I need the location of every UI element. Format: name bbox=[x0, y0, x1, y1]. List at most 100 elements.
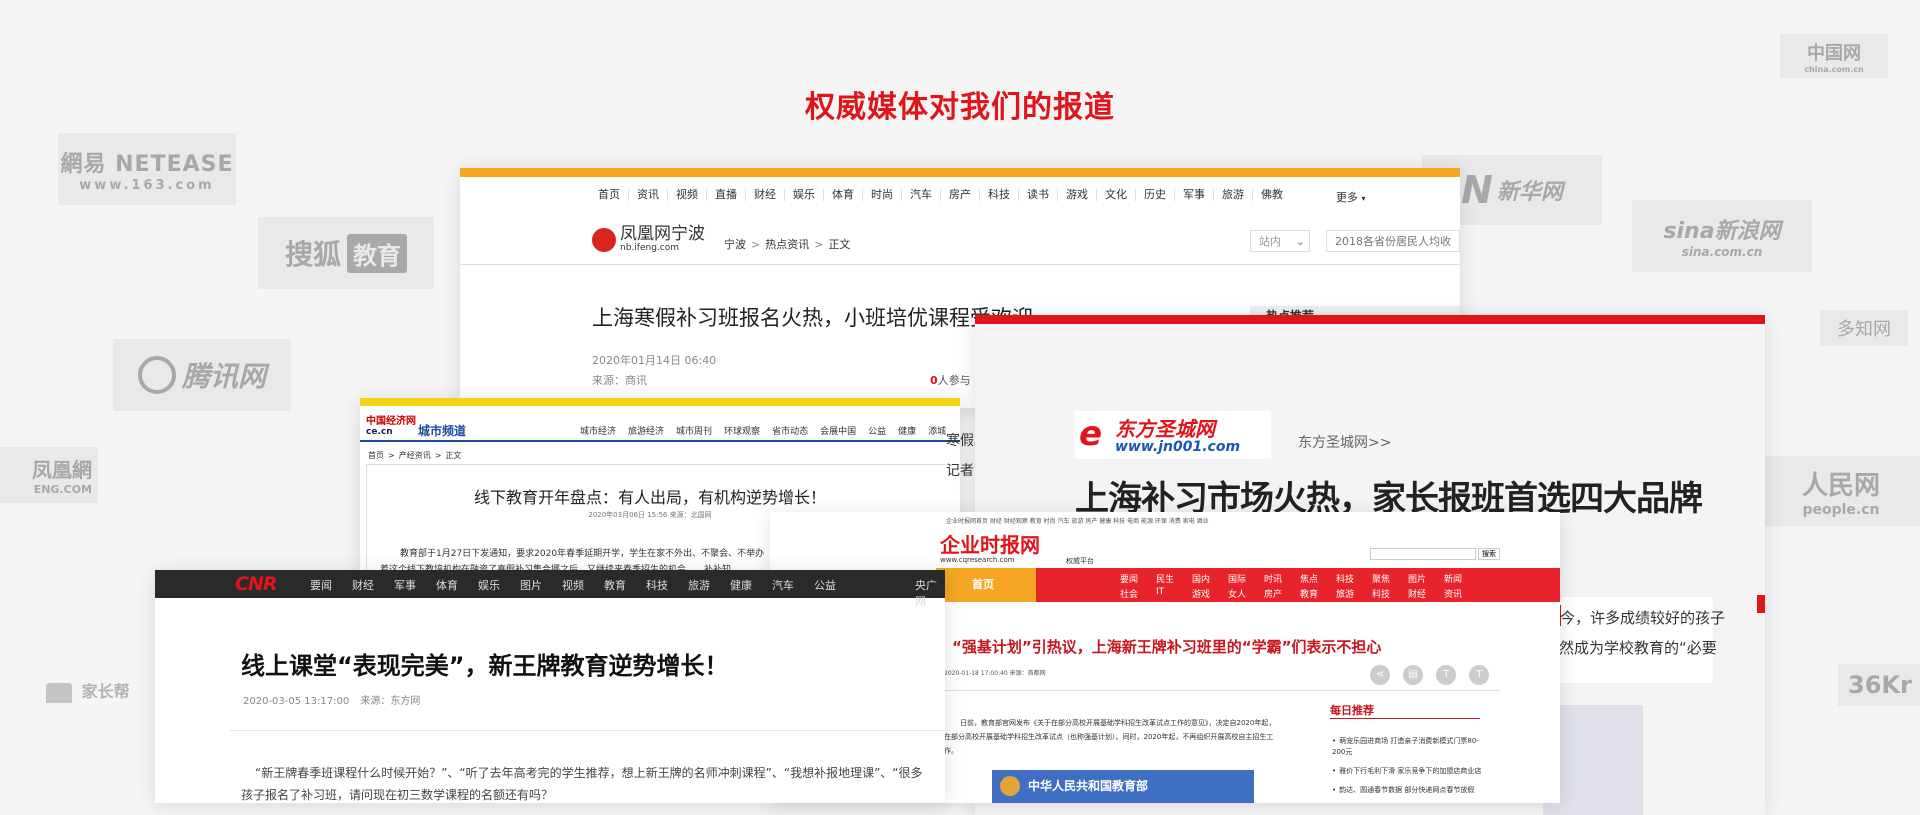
font-larger-icon[interactable]: T bbox=[1469, 665, 1490, 685]
cqr-topnav: 企业时报网首页 财经 财经观察 教育 时尚 汽车 旅游 房产 健康 科技 电商 … bbox=[946, 518, 1209, 525]
ifeng-nav-item[interactable]: 游戏 bbox=[1058, 189, 1097, 201]
cnr-nav-item[interactable]: 要闻 bbox=[310, 577, 332, 593]
cqr-nav-item[interactable]: 游戏 bbox=[1192, 587, 1228, 600]
cqr-nav-item[interactable]: 时讯 bbox=[1264, 572, 1300, 585]
ifeng-search-scope[interactable]: 站内 ⌄ bbox=[1250, 230, 1310, 252]
cnr-nav-item[interactable]: 图片 bbox=[520, 577, 542, 593]
cqr-nav-item[interactable]: 科技 bbox=[1372, 587, 1408, 600]
cqr-divider bbox=[944, 690, 1500, 691]
ce-nav-item[interactable]: 公益 bbox=[862, 426, 892, 438]
breadcrumb-separator-icon: > bbox=[751, 238, 761, 251]
ifeng-breadcrumb: 宁波 > 热点资讯 > 正文 bbox=[724, 236, 850, 252]
ifeng-nav-item[interactable]: 财经 bbox=[746, 189, 785, 201]
cnr-nav-item[interactable]: 体育 bbox=[436, 577, 458, 593]
cqr-nav-item[interactable]: 焦点 bbox=[1300, 572, 1336, 585]
ifeng-divider bbox=[460, 264, 1460, 265]
cqr-nav-item[interactable]: 聚焦 bbox=[1372, 572, 1408, 585]
ce-nav-item[interactable]: 城市经济 bbox=[574, 426, 622, 438]
ifeng-nav-item[interactable]: 科技 bbox=[980, 189, 1019, 201]
cnr-nav-bar: CNR 要闻 财经 军事 体育 娱乐 图片 视频 教育 科技 旅游 健康 汽车 公益 央广网 bbox=[155, 570, 945, 608]
cqr-search-input[interactable] bbox=[1370, 548, 1476, 560]
ce-nav-item[interactable]: 城市周刊 bbox=[670, 426, 718, 438]
cqr-nav-item[interactable]: 要闻 bbox=[1120, 572, 1156, 585]
ifeng-search-input[interactable] bbox=[1326, 230, 1460, 252]
list-item[interactable]: • 萌宠乐园进商场 打造亲子消费新模式门票80-200元 bbox=[1332, 736, 1482, 758]
ifeng-nav-item[interactable]: 佛教 bbox=[1253, 189, 1291, 201]
cnr-nav-item[interactable]: 公益 bbox=[814, 577, 836, 593]
chinacom-logo: 中国网 china.com.cn bbox=[1780, 34, 1888, 78]
ifeng-nav-item[interactable]: 文化 bbox=[1097, 189, 1136, 201]
ifeng-nav-item[interactable]: 历史 bbox=[1136, 189, 1175, 201]
ifeng-breadcrumb-item[interactable]: 宁波 bbox=[724, 238, 746, 251]
cqr-nav-item[interactable]: 民生 bbox=[1156, 572, 1192, 585]
cnr-right-link[interactable]: 央广网 bbox=[915, 577, 945, 609]
ce-breadcrumb-item[interactable]: 正文 bbox=[445, 451, 461, 460]
share-icon[interactable]: ⋖ bbox=[1370, 665, 1390, 685]
cqr-nav-item[interactable]: 资讯 bbox=[1444, 587, 1480, 600]
moe-emblem-icon bbox=[1000, 776, 1020, 796]
ce-breadcrumb-item[interactable]: 产经资讯 bbox=[399, 451, 431, 460]
cqr-nav-item[interactable]: 科技 bbox=[1336, 572, 1372, 585]
ifeng-nav-item[interactable]: 视频 bbox=[668, 189, 707, 201]
list-item[interactable]: • 雅价下行毛利下滑 家乐竞争下的加盟店商业店 bbox=[1332, 766, 1482, 777]
ifeng-nav-item[interactable]: 军事 bbox=[1175, 189, 1214, 201]
ce-breadcrumb-item[interactable]: 首页 bbox=[368, 451, 384, 460]
jn001-breadcrumb[interactable]: 东方圣城网>> bbox=[1298, 432, 1391, 452]
ifeng-nav-item[interactable]: 读书 bbox=[1019, 189, 1058, 201]
cnr-nav-item[interactable]: 娱乐 bbox=[478, 577, 500, 593]
ifeng-nav-item[interactable]: 体育 bbox=[824, 189, 863, 201]
ifeng-nav-item[interactable]: 首页 bbox=[590, 189, 629, 201]
cqr-nav-item[interactable]: 社会 bbox=[1120, 587, 1156, 600]
cqr-nav-item[interactable]: 国内 bbox=[1192, 572, 1228, 585]
page-title: 权威媒体对我们的报道 bbox=[805, 90, 1115, 125]
cqr-nav-item[interactable]: 房产 bbox=[1264, 587, 1300, 600]
ifeng-nav-item[interactable]: 时尚 bbox=[863, 189, 902, 201]
ifeng-nav-item[interactable]: 房产 bbox=[941, 189, 980, 201]
ce-nav-item[interactable]: 省市动态 bbox=[766, 426, 814, 438]
cnr-nav-item[interactable]: 科技 bbox=[646, 577, 668, 593]
ce-nav-item[interactable]: 会展中国 bbox=[814, 426, 862, 438]
cqr-nav-item[interactable]: 女人 bbox=[1228, 587, 1264, 600]
cnr-nav-item[interactable]: 教育 bbox=[604, 577, 626, 593]
ce-channel[interactable]: 城市频道 bbox=[418, 422, 466, 439]
list-item[interactable]: • 韵达、圆通春节数据 部分快递网点春节放假 bbox=[1332, 785, 1482, 796]
ce-nav-item[interactable]: 环球观察 bbox=[718, 426, 766, 438]
cnr-logo[interactable]: CNR bbox=[235, 573, 277, 595]
cqr-nav-item[interactable]: IT bbox=[1156, 587, 1192, 600]
cnr-nav-item[interactable]: 视频 bbox=[562, 577, 584, 593]
ifeng-breadcrumb-item[interactable]: 热点资讯 bbox=[765, 238, 809, 251]
cqr-nav-item[interactable]: 图片 bbox=[1408, 572, 1444, 585]
cqr-body-1: 日前，教育部官网发布《关于在部分高校开展基础学科招生改革试点工作的意见》，决定自… bbox=[960, 719, 1276, 727]
cnr-nav-item[interactable]: 财经 bbox=[352, 577, 374, 593]
ifeng-breadcrumb-item[interactable]: 正文 bbox=[828, 238, 850, 251]
cqr-logo[interactable]: 企业时报网 www.cqresearch.com bbox=[940, 534, 1040, 564]
cqr-search-button[interactable]: 搜索 bbox=[1478, 548, 1500, 560]
ifeng-nav-item[interactable]: 旅游 bbox=[1214, 189, 1253, 201]
cqr-home-tab[interactable]: 首页 bbox=[936, 568, 1036, 602]
cqr-nav-item[interactable]: 旅游 bbox=[1336, 587, 1372, 600]
ce-logo[interactable]: 中国经济网 ce.cn bbox=[366, 416, 416, 437]
cnr-nav-item[interactable]: 汽车 bbox=[772, 577, 794, 593]
cqr-nav-item[interactable]: 国际 bbox=[1228, 572, 1264, 585]
cnr-nav-item[interactable]: 旅游 bbox=[688, 577, 710, 593]
ce-nav-item[interactable]: 健康 bbox=[892, 426, 922, 438]
list-item-text: 雅价下行毛利下滑 家乐竞争下的加盟店商业店 bbox=[1339, 767, 1482, 775]
font-smaller-icon[interactable]: T bbox=[1436, 665, 1457, 685]
ifeng-nav-item[interactable]: 汽车 bbox=[902, 189, 941, 201]
jn001-logo[interactable]: e 东方圣城网 www.jn001.com bbox=[1075, 411, 1271, 459]
ifeng-nav-item[interactable]: 资讯 bbox=[629, 189, 668, 201]
cqr-article-meta: 2020-01-18 17:00:40 来源：首都网 bbox=[944, 670, 1046, 677]
ifeng-nav-item[interactable]: 娱乐 bbox=[785, 189, 824, 201]
ifeng-more-menu[interactable]: 更多 ▾ bbox=[1336, 189, 1366, 205]
cnr-nav-item[interactable]: 健康 bbox=[730, 577, 752, 593]
cqr-nav-item[interactable]: 新闻 bbox=[1444, 572, 1480, 585]
print-icon[interactable]: ▤ bbox=[1403, 665, 1424, 685]
ifeng-nav-item[interactable]: 直播 bbox=[707, 189, 746, 201]
cqr-nav-item[interactable]: 教育 bbox=[1300, 587, 1336, 600]
cqr-side-underline bbox=[1330, 718, 1480, 719]
breadcrumb-separator-icon: > bbox=[388, 451, 395, 460]
cnr-nav-item[interactable]: 军事 bbox=[394, 577, 416, 593]
cqr-nav-item[interactable]: 财经 bbox=[1408, 587, 1444, 600]
ce-nav-item[interactable]: 旅游经济 bbox=[622, 426, 670, 438]
ifeng-logo[interactable]: 凤凰网宁波 nb.ifeng.com bbox=[592, 226, 705, 253]
